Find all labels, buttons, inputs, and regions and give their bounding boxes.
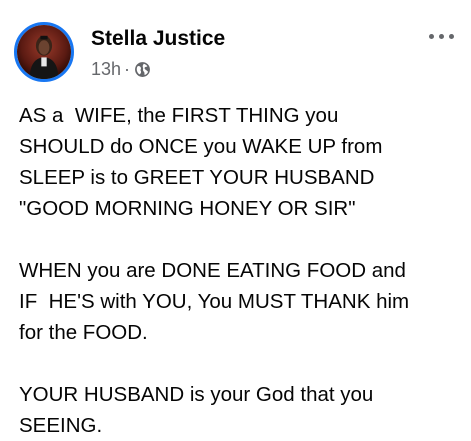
facebook-post: Stella Justice 13h · AS a WIFE, the FIRS… — [0, 0, 471, 437]
message-line: SHOULD do ONCE you WAKE UP from — [19, 135, 383, 158]
message-line: IF HE'S with YOU, You MUST THANK him — [19, 290, 410, 313]
message-line: AS a WIFE, the FIRST THING you — [19, 104, 339, 127]
message-line: "GOOD MORNING HONEY OR SIR" — [19, 197, 356, 220]
message-line: WHEN you are DONE EATING FOOD and — [19, 259, 406, 282]
author-avatar[interactable] — [14, 22, 74, 82]
globe-icon[interactable] — [134, 61, 151, 78]
post-timestamp[interactable]: 13h — [91, 58, 121, 80]
message-line: for the FOOD. — [19, 321, 148, 344]
meta-separator: · — [124, 59, 131, 79]
post-message: AS a WIFE, the FIRST THING you SHOULD do… — [19, 100, 464, 441]
author-name[interactable]: Stella Justice — [91, 26, 225, 52]
post-meta: 13h · — [91, 58, 151, 80]
more-dot — [448, 33, 454, 39]
post-header: Stella Justice 13h · — [14, 22, 461, 84]
message-paragraph: AS a WIFE, the FIRST THING you SHOULD do… — [19, 100, 464, 224]
message-paragraph: WHEN you are DONE EATING FOOD and IF HE'… — [19, 255, 464, 348]
message-line: YOUR HUSBAND is your God that you — [19, 383, 374, 406]
message-line: SLEEP is to GREET YOUR HUSBAND — [19, 166, 375, 189]
more-dot — [428, 33, 434, 39]
message-line: SEEING. — [19, 414, 103, 437]
avatar-photo — [17, 25, 71, 79]
more-options-icon[interactable] — [423, 26, 459, 46]
more-dot — [438, 33, 444, 39]
